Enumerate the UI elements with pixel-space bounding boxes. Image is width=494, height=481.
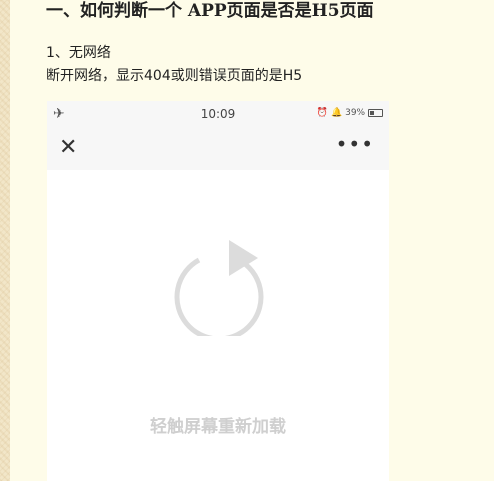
battery-percent: 39%	[345, 108, 366, 118]
nav-bar: ✕ •••	[47, 129, 389, 169]
article-panel: 一、如何判断一个 APP页面是否是H5页面 1、无网络 断开网络，显示404或则…	[10, 0, 494, 481]
more-icon[interactable]: •••	[336, 132, 374, 156]
error-content[interactable]: 轻触屏幕重新加载	[47, 170, 389, 481]
alarm-icon: ⏰	[316, 108, 329, 118]
article-line-2: 断开网络，显示404或则错误页面的是H5	[46, 68, 303, 84]
tap-to-reload-text: 轻触屏幕重新加载	[150, 417, 286, 437]
bell-icon: 🔔	[331, 108, 343, 118]
status-icons: ⏰ 🔔 39%	[317, 108, 383, 118]
battery-icon	[368, 108, 383, 117]
article-heading: 一、如何判断一个 APP页面是否是H5页面	[46, 1, 374, 21]
close-icon[interactable]: ✕	[59, 135, 77, 161]
phone-screenshot: ✈ 10:09 ⏰ 🔔 39% ✕ ••• 轻触屏幕重新加载	[47, 101, 389, 481]
status-bar: ✈ 10:09 ⏰ 🔔 39%	[47, 101, 389, 129]
article-line-1: 1、无网络	[46, 45, 111, 61]
refresh-icon[interactable]	[169, 236, 269, 336]
